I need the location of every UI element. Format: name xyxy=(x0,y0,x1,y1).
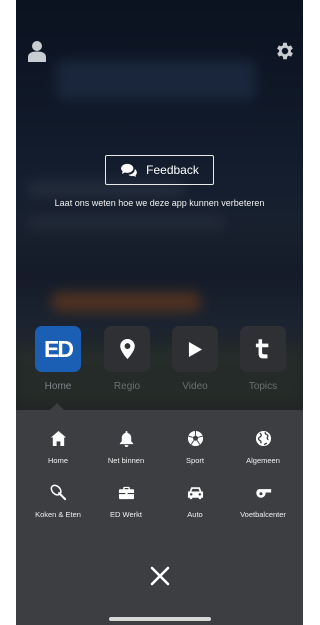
play-icon xyxy=(188,341,202,357)
menu-item-label: Voetbalcenter xyxy=(240,510,286,519)
home-indicator xyxy=(109,617,211,621)
menu-item-label: Algemeen xyxy=(246,456,280,465)
category-label: Video xyxy=(182,381,208,392)
menu-item-label: Net binnen xyxy=(107,456,145,465)
menu-item-label: Koken & Eten xyxy=(35,510,81,519)
category-label: Topics xyxy=(248,381,278,392)
feedback-section: Feedback Laat ons weten hoe we deze app … xyxy=(16,155,303,209)
bell-icon xyxy=(119,430,133,447)
menu-item-auto[interactable]: Auto xyxy=(159,482,231,519)
category-label: Regio xyxy=(113,381,141,392)
close-icon[interactable] xyxy=(149,565,171,587)
globe-icon xyxy=(255,430,271,446)
gear-icon[interactable] xyxy=(274,40,296,62)
menu-item-algemeen[interactable]: Algemeen xyxy=(227,428,299,465)
map-pin-icon xyxy=(119,339,135,359)
topics-t-icon xyxy=(255,339,269,359)
menu-item-label: Auto xyxy=(187,510,203,519)
menu-item-home[interactable]: Home xyxy=(22,428,94,465)
briefcase-icon xyxy=(118,486,134,499)
feedback-message: Laat ons weten hoe we deze app kunnen ve… xyxy=(54,198,265,208)
feedback-button-label: Feedback xyxy=(146,163,199,177)
app-screen: Feedback Laat ons weten hoe we deze app … xyxy=(16,0,303,625)
menu-item-sport[interactable]: Sport xyxy=(159,428,231,465)
menu-item-net-binnen[interactable]: Net binnen xyxy=(90,428,162,465)
category-home[interactable]: ED Home xyxy=(33,326,83,392)
soccer-ball-icon xyxy=(187,430,203,446)
chat-bubbles-icon xyxy=(121,163,138,177)
active-pointer xyxy=(50,403,64,410)
whisk-icon xyxy=(50,484,66,500)
house-icon xyxy=(50,430,66,446)
menu-item-label: Sport xyxy=(186,456,204,465)
ed-logo-icon: ED xyxy=(35,326,81,372)
category-regio[interactable]: Regio xyxy=(102,326,152,392)
menu-item-label: ED Werkt xyxy=(110,510,142,519)
whistle-icon xyxy=(255,488,271,498)
ed-logo-text: ED xyxy=(44,335,74,362)
category-bar: ED Home Regio Video Topics xyxy=(16,326,303,394)
menu-item-label: Home xyxy=(47,456,68,465)
user-icon[interactable] xyxy=(28,40,46,62)
category-label: Home xyxy=(44,381,72,392)
menu-item-ed-werkt[interactable]: ED Werkt xyxy=(90,482,162,519)
feedback-button[interactable]: Feedback xyxy=(105,155,214,185)
category-topics[interactable]: Topics xyxy=(238,326,288,392)
menu-item-voetbalcenter[interactable]: Voetbalcenter xyxy=(227,482,299,519)
car-icon xyxy=(187,486,203,499)
submenu-panel: Home Net binnen Sport Algemeen Koken & E… xyxy=(16,410,303,625)
category-video[interactable]: Video xyxy=(170,326,220,392)
menu-item-koken-eten[interactable]: Koken & Eten xyxy=(22,482,94,519)
